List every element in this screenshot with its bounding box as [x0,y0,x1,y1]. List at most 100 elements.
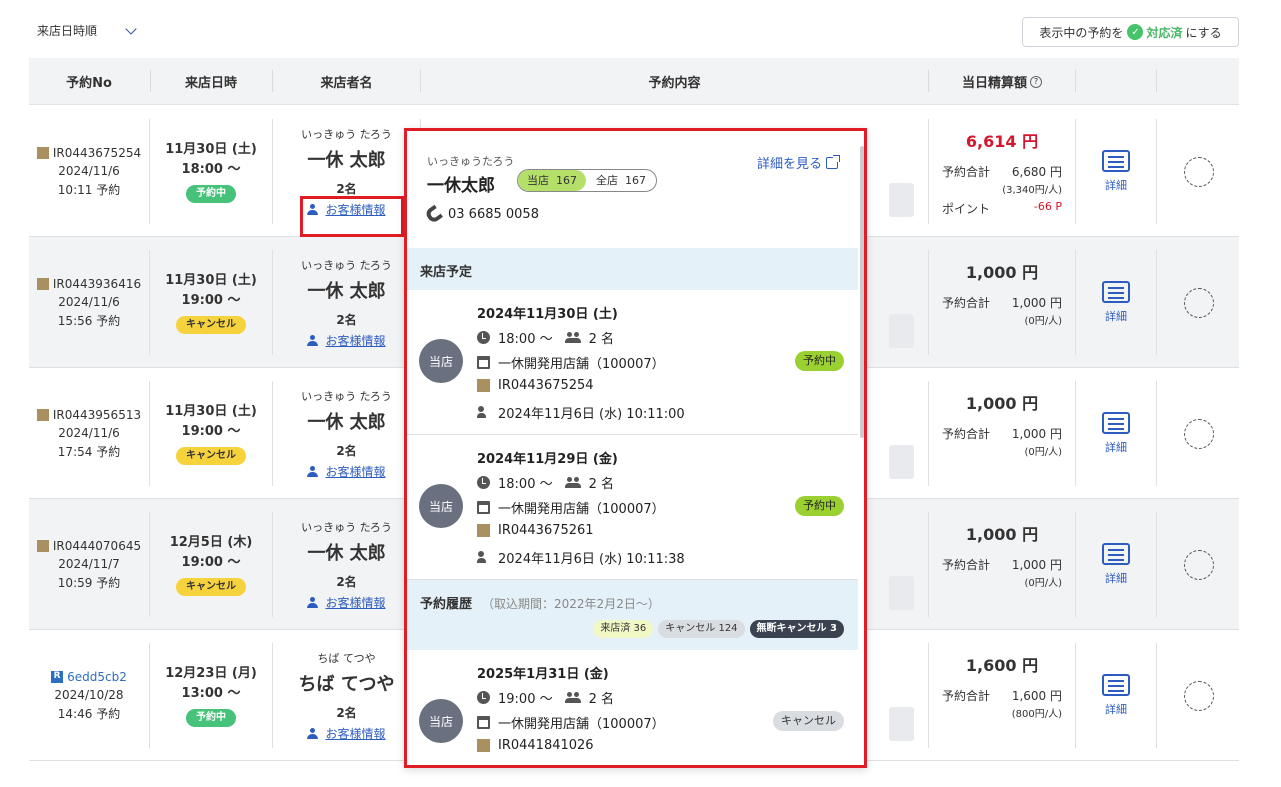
reservation-id: IR0443956513 [36,406,141,425]
amount-line: 予約合計 1,000 円 [942,425,1062,442]
popup-scrollbar[interactable] [860,146,864,438]
help-icon[interactable]: ? [1030,75,1042,88]
item-shop: 一休開発用店舗（100007） [477,353,665,372]
item-booked: 2024年11月6日 (水) 10:11:00 [477,403,685,422]
guest-count: 2名 [336,181,357,196]
amount-line-value: 1,600 円 [1011,689,1062,703]
item-status-badge: キャンセル [773,711,844,731]
item-id: IR0441841026 [477,738,594,753]
reservation-item[interactable]: 当店 2025年1月31日 (金) 19:00 〜 2 名一休開発用店舗（100007… [407,650,858,765]
store-badge: 当店 [419,484,463,528]
shop-icon [477,501,490,514]
item-id-text: IR0441841026 [498,738,594,753]
detail-button[interactable]: 詳細 [1076,368,1156,499]
amount-line-label: 予約合計 [942,427,991,441]
list-icon [1102,543,1130,565]
visits-all-value: 167 [625,174,646,187]
guest-name-cell: いっきゅう たろう 一休 太郎 2名 お客様情報 [273,499,420,630]
item-people: 2 名 [588,477,615,492]
header-name: 来店者名 [320,76,373,91]
reservation-id: IR0443675254 [36,144,141,163]
reservation-no-cell: IR0443956513 2024/11/6 17:54 予約 [29,368,149,499]
amount-cell: 1,000 円予約合計 1,000 円 (0円/人) [929,499,1075,630]
column-divider [1156,512,1157,617]
header-divider [1075,70,1076,92]
guest-count: 2名 [336,312,357,327]
reservation-no-cell: R 6edd5cb2 2024/10/28 14:46 予約 [29,630,149,761]
booked-time: 10:59 予約 [57,575,121,590]
reservation-id[interactable]: R 6edd5cb2 [51,668,127,687]
item-shop-name: 一休開発用店舗（100007） [498,357,665,372]
person-icon [307,727,319,739]
visit-date: 11月30日 (土) [165,142,257,157]
detail-label: 詳細 [1105,179,1127,192]
amount-per-person: (800円/人) [1011,709,1062,720]
table-header: 予約No 来店日時 来店者名 予約内容 当日精算額 ? [29,58,1239,105]
item-shop: 一休開発用店舗（100007） [477,498,665,517]
reservation-item[interactable]: 当店 2024年11月30日 (土) 18:00 〜 2 名一休開発用店舗（10000… [407,290,858,435]
people-icon [564,476,581,489]
detail-button[interactable]: 詳細 [1076,630,1156,761]
handled-toggle[interactable] [1184,157,1214,187]
person-icon [307,596,319,608]
clock-icon [477,691,490,704]
ikyu-source-icon [36,146,49,159]
ikyu-source-icon [36,277,49,290]
detail-button[interactable]: 詳細 [1076,237,1156,368]
amount-cell: 1,600 円予約合計 1,600 円 (800円/人) [929,630,1075,761]
shop-icon [477,716,490,729]
popup-name: 一休太郎 [427,176,495,196]
list-icon [1102,412,1130,434]
reservation-id-text: IR0443936416 [52,276,142,291]
history-tags: 来店済 36 キャンセル 124 無断キャンセル 3 [588,620,844,638]
customer-popup: いっきゅうたろう 一休太郎 当店 167 全店 167 詳細を見る 03 668… [404,128,867,768]
handled-toggle[interactable] [1184,550,1214,580]
handled-toggle[interactable] [1184,419,1214,449]
sort-dropdown[interactable]: 来店日時順 [37,22,137,39]
due-amount: 1,600 円 [965,656,1039,675]
popup-kana: いっきゅうたろう [427,155,515,168]
people-icon [564,691,581,704]
status-badge: 予約中 [186,185,236,203]
visits-this-store: 当店 167 [518,170,586,191]
store-badge: 当店 [419,699,463,743]
handled-toggle[interactable] [1184,288,1214,318]
reservation-id-text: IR0444070645 [52,538,142,553]
customer-info-link[interactable]: お客様情報 [307,594,386,611]
list-icon [1102,281,1130,303]
detail-button[interactable]: 詳細 [1076,106,1156,237]
item-time-people: 18:00 〜 2 名 [477,473,614,492]
item-id: IR0443675254 [477,378,594,393]
customer-info-link[interactable]: お客様情報 [307,332,386,349]
handled-toggle[interactable] [1184,681,1214,711]
view-detail-link[interactable]: 詳細を見る [757,153,840,172]
status-badge: キャンセル [176,316,246,334]
booked-date: 2024/10/28 [54,688,124,703]
amount-line: 予約合計 1,000 円 [942,294,1062,311]
mark-status: 対応済 [1146,25,1183,40]
ikyu-source-icon [477,739,490,752]
customer-info-link[interactable]: お客様情報 [307,725,386,742]
item-booked: 2024年11月6日 (水) 10:11:38 [477,548,685,567]
amount-per-person: (3,340円/人) [1002,185,1062,196]
guest-kana: いっきゅう たろう [301,389,392,403]
mark-all-handled-button[interactable]: 表示中の予約を ✓ 対応済 にする [1022,17,1239,47]
detail-button[interactable]: 詳細 [1076,499,1156,630]
customer-info-link[interactable]: お客様情報 [307,463,386,480]
amount-line: 予約合計 6,680 円 [942,163,1062,180]
store-badge: 当店 [419,339,463,383]
guest-count: 2名 [336,443,357,458]
history-title: 予約履歴 [420,597,473,612]
clock-icon [477,331,490,344]
booked-date: 2024/11/6 [58,164,120,179]
reservation-item[interactable]: 当店 2024年11月29日 (金) 18:00 〜 2 名一休開発用店舗（10000… [407,435,858,580]
detail-label: 詳細 [1105,703,1127,716]
visit-date: 12月23日 (月) [165,666,257,681]
guest-kana: いっきゅう たろう [301,258,392,272]
r-source-icon: R [51,670,64,683]
list-icon [1102,150,1130,172]
item-shop: 一休開発用店舗（100007） [477,713,665,732]
booked-date: 2024/11/6 [58,295,120,310]
amount-line-value: 1,000 円 [1011,427,1062,441]
amount-line-value: 1,000 円 [1011,296,1062,310]
